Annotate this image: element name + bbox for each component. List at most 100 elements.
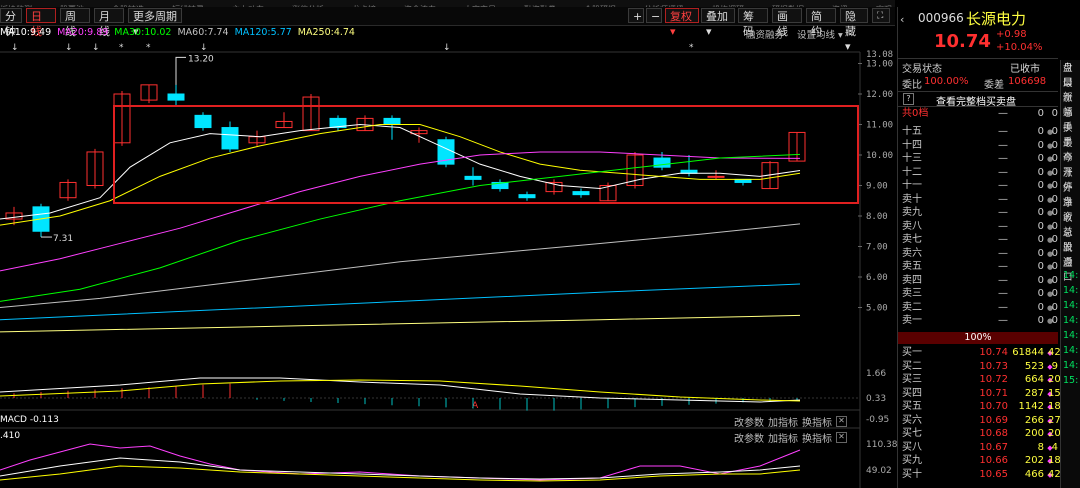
help-icon[interactable]: ?: [903, 93, 914, 105]
macd-axis-label: -0.95: [866, 415, 889, 425]
sell-level-row: 卖四 —0 ● 0: [902, 274, 1058, 286]
top-menu-strip: 板块监测股票池金股精选短线精灵主力动向涨停分析龙虎榜资金流向大宗交易融资融券个股…: [0, 0, 895, 7]
side-time: 15:: [1063, 375, 1079, 386]
ma-legend-item: MA10:9.49: [0, 27, 52, 38]
macd-add-indicator-button[interactable]: 加指标: [768, 414, 798, 429]
divider: [898, 58, 1058, 59]
side-time: 14:: [1063, 345, 1079, 356]
macd-close-icon[interactable]: ✕: [836, 416, 847, 427]
buy-level-row: 买六 10.69 266 ◆ 27: [902, 414, 1061, 426]
low-price-label: 7.31: [53, 234, 73, 244]
more-periods-dropdown[interactable]: 更多周期 ▾: [128, 8, 182, 38]
event-flag-icon: ↓: [200, 43, 208, 53]
ma20-line: [0, 151, 801, 272]
ma-legend-item: MA250:4.74: [297, 27, 355, 38]
hide-dropdown[interactable]: 隐藏 ▾: [840, 8, 868, 53]
event-flag-icon: *: [119, 43, 124, 53]
rsi-axis-label: 110.38: [866, 440, 897, 450]
fullscreen-icon[interactable]: ⛶: [872, 8, 890, 23]
candle-down: [572, 191, 590, 196]
trade-status-value: 已收市: [1010, 64, 1040, 75]
buy-level-row: 买七 10.68 200 ◆ 20: [902, 428, 1061, 439]
period-minute-button[interactable]: 分钟: [0, 8, 22, 38]
full-queue-link[interactable]: 查看完整档买卖盘: [936, 93, 1016, 108]
rsi-edit-params-button[interactable]: 改参数: [734, 430, 764, 445]
sell-level-row: 卖七 —0 ● 0: [902, 234, 1058, 245]
simple-button[interactable]: 简约: [806, 8, 836, 38]
rsi-switch-indicator-button[interactable]: 换指标: [802, 430, 832, 445]
margin-trading-link[interactable]: 融资融券: [746, 27, 784, 41]
ma-legend-item: MA30:10.02: [114, 27, 172, 38]
sell-level-row: 卖十 —0 ● 0: [902, 193, 1058, 205]
period-week-button[interactable]: 周线: [60, 8, 90, 38]
high-price-label: 13.20: [188, 54, 214, 64]
set-ma-dropdown[interactable]: 设置均线 ▾: [797, 27, 843, 41]
price-axis-label: 9.00: [866, 182, 888, 192]
buy-level-row: 买十 10.65 466 ◆ 42: [902, 468, 1061, 480]
price-axis-label: 11.00: [866, 121, 893, 131]
buy-level-row: 买二 10.73 523 ◆ 9: [902, 360, 1058, 372]
chart-toolbar: 分钟 日线 周线 月线 更多周期 ▾ + − 复权 ▾ 叠加 ▾ 筹码 画线 简…: [0, 7, 895, 53]
ma-legend-item: MA20:9.89: [57, 27, 109, 38]
macd-label: MACD -0.113: [0, 415, 59, 425]
macd-edit-params-button[interactable]: 改参数: [734, 414, 764, 429]
candle-down: [167, 93, 185, 101]
sell-level-row: 卖八 —0 ● 0: [902, 220, 1058, 232]
quote-panel: ‹ 000966 长源电力 10.74 +0.98 +10.04% 交易状态 已…: [897, 7, 1080, 488]
rsi-line-1: [0, 443, 801, 481]
buy-sell-ratio-bar: 100%: [898, 332, 1058, 344]
macd-axis-label: 0.33: [866, 394, 886, 404]
side-time: 14:: [1063, 330, 1079, 341]
order-diff-label: 委差: [984, 80, 1004, 91]
side-time: 14:: [1063, 270, 1079, 281]
side-time: 14:: [1063, 285, 1079, 296]
sell-level-row: 卖五 —0 ● 0: [902, 261, 1058, 272]
sell-level-row: 十二 —0 ● 0: [902, 166, 1058, 178]
sell-level-row: 卖一 —0 ● 0: [902, 315, 1058, 326]
draw-line-button[interactable]: 画线: [772, 8, 802, 38]
stock-code: 000966: [918, 11, 964, 25]
price-axis-label: 12.00: [866, 90, 893, 100]
ma10-line: [0, 123, 801, 220]
event-flag-icon: ↓: [443, 43, 451, 53]
back-arrow-icon[interactable]: ‹: [900, 13, 904, 26]
macd-switch-indicator-button[interactable]: 换指标: [802, 414, 832, 429]
event-flag-icon: ↓: [65, 43, 73, 53]
macd-axis-label: 1.66: [866, 369, 886, 379]
adjust-dropdown[interactable]: 复权 ▾: [665, 8, 699, 38]
rsi-close-icon[interactable]: ✕: [836, 432, 847, 443]
event-flag-icon: ↓: [92, 43, 100, 53]
event-flag-icon: *: [689, 43, 694, 53]
period-day-button[interactable]: 日线: [26, 8, 56, 38]
price-change: +0.98: [996, 29, 1027, 40]
overlay-dropdown[interactable]: 叠加 ▾: [701, 8, 735, 38]
sell-level-row: 卖六 —0 ● 0: [902, 247, 1058, 259]
rsi-add-indicator-button[interactable]: 加指标: [768, 430, 798, 445]
side-time: 14:: [1063, 360, 1079, 371]
chips-button[interactable]: 筹码: [738, 8, 768, 38]
full-queue-row[interactable]: ? 查看完整档买卖盘: [898, 91, 1058, 108]
high-marker-line: [175, 56, 186, 85]
buy-level-row: 买八 10.67 8 ◆ 4: [902, 441, 1058, 453]
sell-level-row: 卖二 —0 ● 0: [902, 301, 1058, 313]
order-ratio-value: 100.00%: [924, 76, 969, 87]
buy-level-row: 买九 10.66 202 ◆ 18: [902, 455, 1061, 466]
ma120-line: [0, 283, 801, 321]
ma-legend: MA10:9.49 MA20:9.89 MA30:10.02 MA60:7.74 MA1…: [0, 26, 860, 40]
event-flag-icon: ↓: [11, 43, 19, 53]
trade-status-label: 交易状态: [902, 64, 942, 75]
period-month-button[interactable]: 月线: [94, 8, 124, 38]
candle-down: [194, 114, 212, 129]
order-ratio-label: 委比: [902, 80, 922, 91]
candle-up: [707, 175, 725, 178]
zero-level-row: 共0档 — 0 0: [902, 108, 1058, 119]
price-axis-label: 7.00: [866, 243, 888, 253]
zoom-in-button[interactable]: +: [628, 8, 644, 23]
price-axis-label: 5.00: [866, 304, 888, 314]
price-axis-label: 6.00: [866, 273, 888, 283]
zoom-out-button[interactable]: −: [646, 8, 662, 23]
rsi-label: .410: [0, 431, 21, 441]
ma-yellow-line: [0, 124, 801, 226]
price-axis-label: 8.00: [866, 212, 888, 222]
rsi-line-2: [0, 457, 801, 480]
